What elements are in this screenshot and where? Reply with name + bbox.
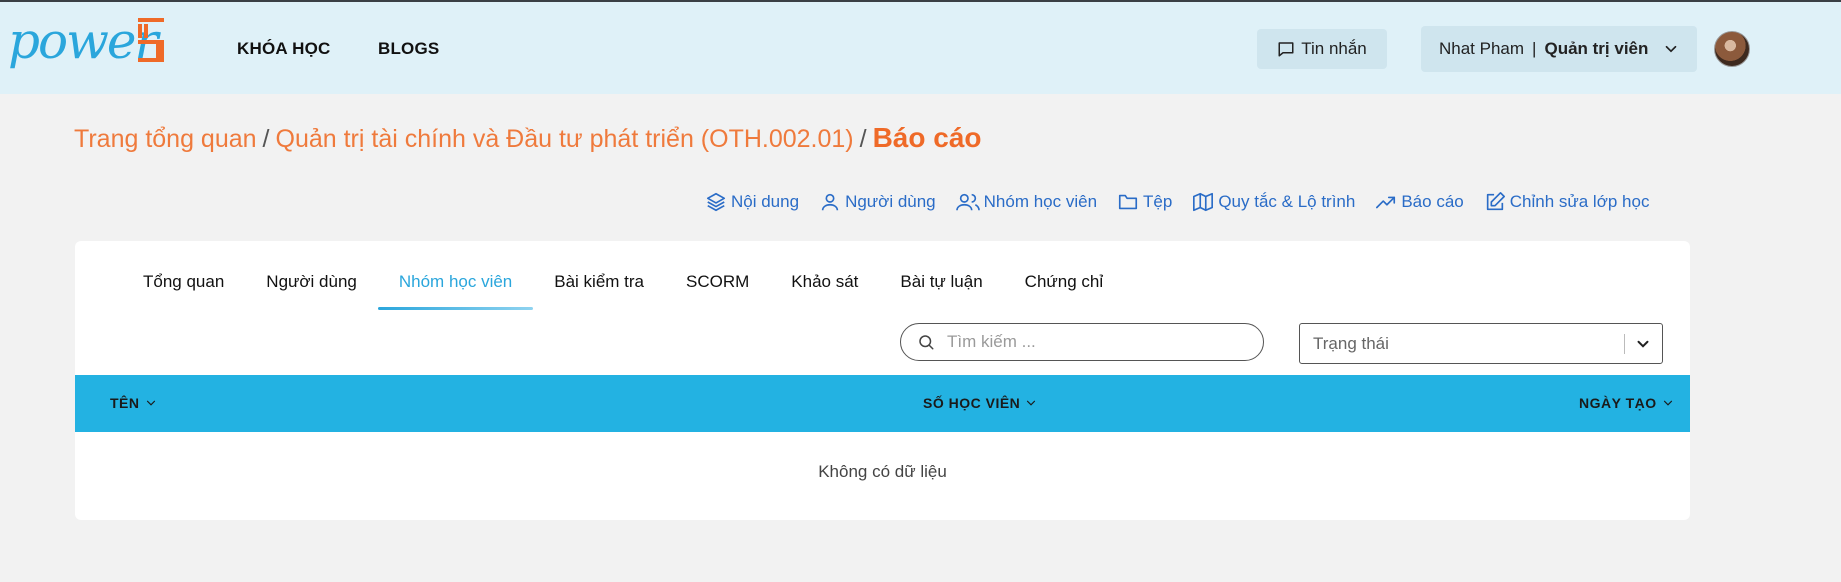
sort-chevron-icon: [146, 400, 155, 406]
action-label: Nội dung: [731, 192, 800, 211]
sort-chevron-icon: [1663, 400, 1672, 406]
logo-text: power: [8, 12, 158, 70]
tab-users[interactable]: Người dùng: [245, 272, 378, 304]
breadcrumb-current: Báo cáo: [872, 122, 982, 153]
tab-groups[interactable]: Nhóm học viên: [377, 272, 534, 310]
breadcrumb-course[interactable]: Quản trị tài chính và Đầu tư phát triển …: [276, 125, 854, 153]
action-label: Nhóm học viên: [983, 192, 1098, 211]
logo-mark-icon: [138, 18, 164, 62]
action-label: Quy tắc & Lộ trình: [1218, 192, 1356, 211]
search-icon: [919, 335, 934, 350]
select-divider: [1624, 334, 1625, 354]
sort-chevron-icon: [1027, 400, 1036, 406]
action-label: Tệp: [1143, 192, 1173, 211]
column-name[interactable]: TÊN: [110, 395, 158, 411]
action-label: Chỉnh sửa lớp học: [1509, 192, 1650, 211]
column-label: TÊN: [110, 395, 140, 411]
report-card: Tổng quan Người dùng Nhóm học viên Bài k…: [75, 241, 1690, 520]
map-icon: [1193, 192, 1214, 212]
action-groups[interactable]: Nhóm học viên: [955, 191, 1098, 213]
table-header: TÊN SỐ HỌC VIÊN NGÀY TẠO: [75, 375, 1690, 432]
messages-button[interactable]: Tin nhắn: [1257, 29, 1387, 69]
action-files[interactable]: Tệp: [1117, 191, 1172, 213]
user-icon: [821, 193, 839, 211]
folder-icon: [1118, 194, 1138, 210]
action-users[interactable]: Người dùng: [819, 191, 936, 213]
tab-essays[interactable]: Bài tự luận: [879, 272, 1003, 304]
column-created-date[interactable]: NGÀY TẠO: [1579, 395, 1675, 411]
search-input[interactable]: [947, 332, 1227, 352]
column-label: NGÀY TẠO: [1579, 395, 1657, 411]
avatar[interactable]: [1714, 31, 1750, 67]
edit-icon: [1486, 192, 1505, 211]
message-icon: [1278, 42, 1294, 57]
user-separator: |: [1532, 39, 1537, 58]
layers-icon: [706, 192, 726, 212]
users-icon: [955, 193, 980, 211]
tab-surveys[interactable]: Khảo sát: [770, 272, 879, 304]
action-label: Người dùng: [845, 192, 936, 211]
tab-tests[interactable]: Bài kiểm tra: [533, 272, 665, 304]
top-header: power KHÓA HỌC BLOGS Tin nhắn Nhat Pham …: [0, 2, 1841, 94]
chevron-down-icon: [1666, 45, 1677, 53]
tab-scorm[interactable]: SCORM: [665, 272, 770, 304]
chevron-down-icon: [1637, 340, 1649, 348]
action-content[interactable]: Nội dung: [705, 191, 799, 213]
nav-blogs[interactable]: BLOGS: [378, 39, 439, 59]
course-actions: Nội dung Người dùng Nhóm học viên Tệp Qu…: [705, 191, 1669, 213]
user-role: Quản trị viên: [1544, 39, 1649, 58]
action-rules[interactable]: Quy tắc & Lộ trình: [1192, 191, 1355, 213]
status-placeholder: Trạng thái: [1313, 333, 1389, 353]
column-student-count[interactable]: SỐ HỌC VIÊN: [923, 395, 1038, 411]
breadcrumb-separator: /: [859, 125, 867, 153]
action-label: Báo cáo: [1401, 192, 1464, 211]
search-box[interactable]: [900, 323, 1264, 361]
user-name: Nhat Pham: [1439, 39, 1525, 58]
action-reports[interactable]: Báo cáo: [1375, 191, 1464, 213]
breadcrumb: Trang tổng quan / Quản trị tài chính và Đầ…: [74, 122, 982, 154]
nav-courses[interactable]: KHÓA HỌC: [237, 39, 331, 59]
report-tabs: Tổng quan Người dùng Nhóm học viên Bài k…: [122, 272, 1124, 310]
messages-label: Tin nhắn: [1301, 39, 1367, 58]
column-label: SỐ HỌC VIÊN: [923, 395, 1021, 411]
user-menu-button[interactable]: Nhat Pham | Quản trị viên: [1421, 26, 1697, 72]
empty-state: Không có dữ liệu: [818, 462, 947, 481]
trending-up-icon: [1376, 196, 1396, 209]
brand-logo[interactable]: power: [6, 12, 166, 70]
breadcrumb-separator: /: [262, 125, 270, 153]
status-select[interactable]: Trạng thái: [1299, 323, 1663, 364]
breadcrumb-dashboard[interactable]: Trang tổng quan: [74, 125, 257, 153]
action-edit-class[interactable]: Chỉnh sửa lớp học: [1484, 191, 1650, 213]
tab-certificates[interactable]: Chứng chỉ: [1004, 272, 1124, 304]
tab-overview[interactable]: Tổng quan: [122, 272, 245, 304]
